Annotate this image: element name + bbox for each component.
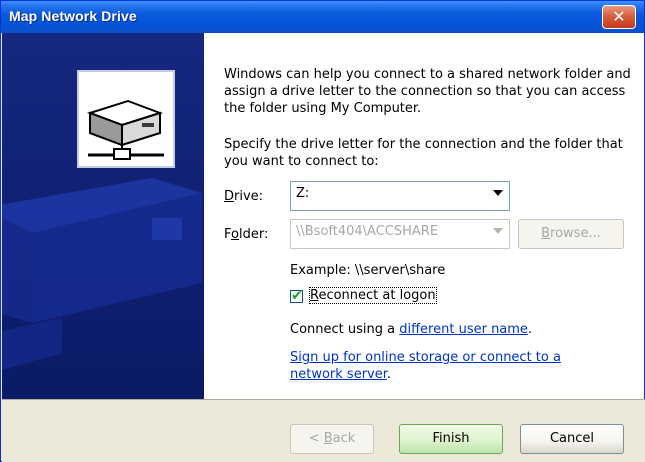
wizard-content: Windows can help you connect to a shared… [204, 33, 644, 399]
title-bar[interactable]: Map Network Drive ✕ [1, 1, 644, 33]
chevron-down-icon [493, 228, 503, 234]
example-text: Example: \\server\share [290, 263, 446, 278]
signup-link[interactable]: Sign up for online storage or connect to… [290, 350, 561, 365]
instruction-text: Specify the drive letter for the connect… [224, 137, 623, 169]
close-icon: ✕ [612, 7, 626, 26]
back-button[interactable]: < Back [290, 424, 374, 454]
close-button[interactable]: ✕ [602, 5, 636, 29]
folder-label: Folder: [224, 227, 269, 242]
window-title: Map Network Drive [9, 8, 137, 24]
intro-text: Windows can help you connect to a shared… [224, 67, 631, 116]
drive-label: Drive: [224, 189, 264, 204]
reconnect-label[interactable]: Reconnect at logon [309, 287, 437, 304]
wizard-banner [2, 33, 204, 399]
network-server-link[interactable]: network server [290, 367, 387, 382]
connect-using-text: Connect using a different user name. [290, 322, 533, 337]
banner-illustration [2, 33, 204, 399]
finish-button[interactable]: Finish [399, 424, 503, 454]
browse-button[interactable]: Browse... [518, 219, 624, 249]
drive-letter-select[interactable]: Z: [290, 181, 510, 211]
reconnect-checkbox[interactable]: ✔ [290, 288, 303, 304]
map-network-drive-dialog: Map Network Drive ✕ Windows can help you… [0, 0, 645, 462]
chevron-down-icon [493, 190, 503, 196]
cancel-button[interactable]: Cancel [520, 424, 624, 454]
signup-text: Sign up for online storage or connect to… [290, 350, 561, 382]
button-bar: < Back Finish Cancel [2, 399, 645, 462]
different-user-name-link[interactable]: different user name [399, 322, 528, 337]
drive-value: Z: [296, 186, 310, 201]
folder-value: \\Bsoft404\ACCSHARE [296, 224, 439, 239]
check-icon: ✔ [291, 288, 303, 304]
network-drive-icon [77, 70, 175, 168]
folder-select[interactable]: \\Bsoft404\ACCSHARE [290, 219, 510, 249]
